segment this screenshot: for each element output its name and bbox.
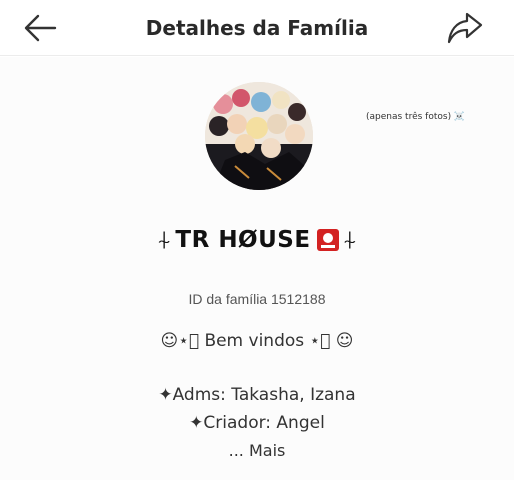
photo-note: (apenas três fotos) ☠️: [366, 112, 466, 122]
family-id: ID da família 1512188: [188, 291, 326, 307]
admins-line: ✦Adms: Takasha, Izana: [158, 385, 356, 405]
ornament-right: ⍭: [342, 226, 357, 254]
creator-line: ✦Criador: Angel: [189, 413, 325, 433]
avatar-image: [205, 82, 313, 190]
ornament-left: ⍭: [157, 226, 172, 254]
top-bar: Detalhes da Família: [0, 0, 514, 56]
share-arrow-icon: [447, 12, 483, 44]
more-link[interactable]: ... Mais: [0, 441, 514, 460]
welcome-text: ☺⋆͙ Bem vindos ⋆͙ ☺: [160, 331, 354, 351]
page-title: Detalhes da Família: [145, 16, 369, 40]
family-avatar[interactable]: [205, 82, 313, 190]
family-name-row: ⍭ TR HØUSE ⍭: [0, 224, 514, 256]
family-name: TR HØUSE: [175, 227, 311, 253]
red-id-badge-icon: [316, 229, 339, 251]
share-button[interactable]: [446, 10, 484, 46]
